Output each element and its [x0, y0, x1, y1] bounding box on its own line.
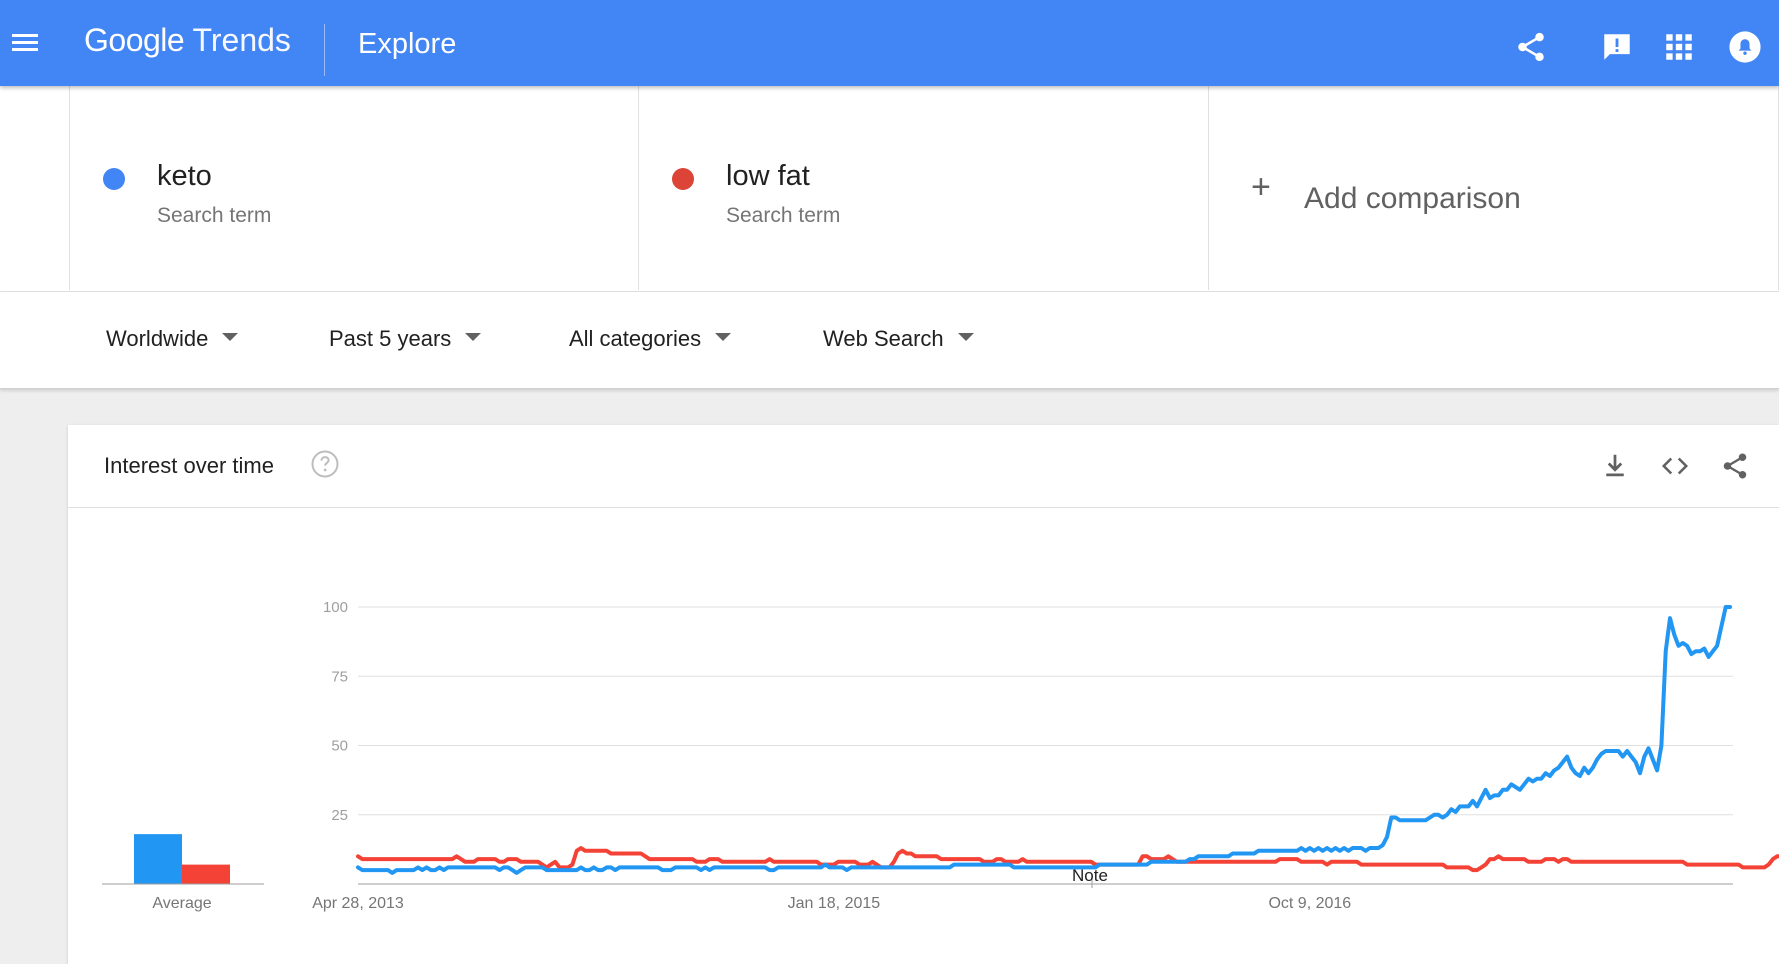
x-tick-label: Jan 18, 2015	[788, 895, 881, 912]
y-axis-tick-labels: 25 50 75 100	[323, 599, 348, 824]
header-divider	[324, 24, 325, 76]
chevron-down-icon	[222, 333, 239, 342]
add-comparison-button[interactable]: + Add comparison	[1208, 86, 1779, 290]
interest-over-time-card: Interest over time 25 50 75 100 Apr 28, 201…	[68, 425, 1779, 964]
x-tick-label: Apr 28, 2013	[312, 895, 404, 912]
filter-bar: Worldwide Past 5 years All categories We…	[0, 292, 1779, 389]
logo-google-text: Google	[84, 22, 185, 58]
average-bar-keto	[134, 834, 182, 884]
y-tick-label: 100	[323, 599, 348, 616]
plus-icon: +	[1251, 168, 1271, 206]
average-bar-chart	[102, 834, 264, 885]
interest-over-time-chart: 25 50 75 100 Apr 28, 2013 Jan 18, 2015 Oct 9,…	[102, 599, 1779, 912]
comparison-terms-row: keto Search term low fat Search term + A…	[0, 86, 1779, 292]
term-card-low-fat[interactable]: low fat Search term	[638, 86, 1209, 290]
search-property-label: Web Search	[823, 326, 944, 351]
chevron-down-icon	[465, 333, 482, 342]
logo-trends-text: Trends	[192, 22, 291, 58]
chevron-down-icon	[957, 333, 974, 342]
apps-icon[interactable]	[1662, 30, 1696, 64]
chevron-down-icon	[715, 333, 732, 342]
add-comparison-label: Add comparison	[1304, 182, 1521, 215]
term-type: Search term	[157, 204, 272, 227]
feedback-icon[interactable]	[1600, 30, 1634, 64]
notifications-icon[interactable]	[1728, 30, 1762, 64]
category-label: All categories	[569, 326, 702, 351]
category-dropdown[interactable]: All categories	[569, 326, 732, 352]
term-color-dot	[103, 168, 125, 190]
x-tick-label: Oct 9, 2016	[1268, 895, 1351, 912]
share-icon[interactable]	[1514, 30, 1548, 64]
y-tick-label: 50	[331, 738, 348, 755]
region-label: Worldwide	[106, 326, 209, 351]
series-line-keto	[356, 605, 1732, 875]
term-name: keto	[157, 160, 212, 192]
menu-icon[interactable]	[10, 30, 40, 56]
top-app-bar: Google Trends Explore	[0, 0, 1779, 86]
x-axis-tick-labels: Apr 28, 2013 Jan 18, 2015 Oct 9, 2016	[312, 895, 1351, 912]
term-color-dot	[672, 168, 694, 190]
y-tick-label: 75	[331, 668, 348, 685]
term-type: Search term	[726, 204, 841, 227]
average-bar-low-fat	[182, 864, 230, 884]
chart-gridlines	[358, 606, 1733, 888]
average-label: Average	[152, 895, 211, 912]
time-range-label: Past 5 years	[329, 326, 452, 351]
series-lines	[356, 605, 1779, 875]
chart-note-annotation[interactable]: Note	[1072, 866, 1108, 885]
y-tick-label: 25	[331, 807, 348, 824]
term-card-keto[interactable]: keto Search term	[69, 86, 639, 290]
google-trends-logo[interactable]: Google Trends	[84, 22, 291, 59]
region-dropdown[interactable]: Worldwide	[106, 326, 239, 352]
time-range-dropdown[interactable]: Past 5 years	[329, 326, 482, 352]
search-property-dropdown[interactable]: Web Search	[823, 326, 974, 352]
term-name: low fat	[726, 160, 810, 192]
page-title: Explore	[358, 28, 457, 60]
